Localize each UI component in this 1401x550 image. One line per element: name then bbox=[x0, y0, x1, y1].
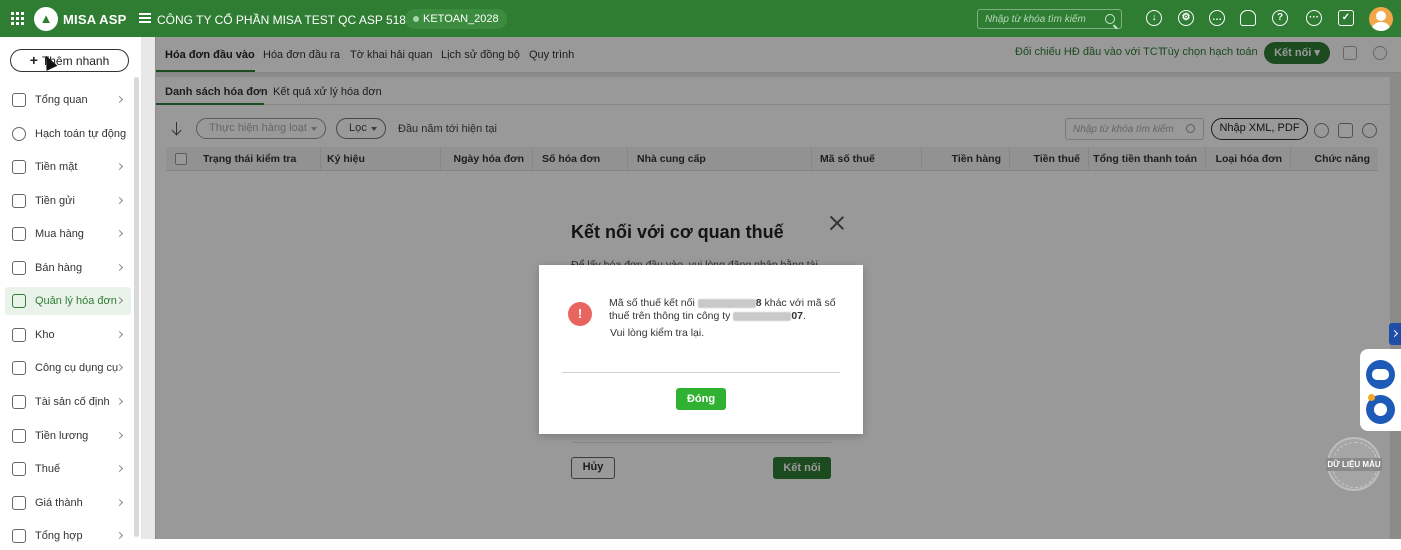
global-search-input[interactable] bbox=[978, 10, 1098, 28]
msg-part1: Mã số thuế kết nối bbox=[609, 297, 695, 309]
expand-panel-tab[interactable] bbox=[1389, 323, 1401, 345]
sidebar-item-label: Thuế bbox=[35, 463, 61, 475]
sidebar: + Thêm nhanh Tổng quan Hạch toán tự động … bbox=[0, 37, 142, 543]
assistant-panel bbox=[1360, 349, 1401, 431]
sidebar-item-label: Tổng hợp bbox=[35, 530, 83, 542]
task-icon[interactable]: ✓ bbox=[1338, 10, 1354, 26]
dashboard-icon bbox=[12, 93, 26, 107]
sidebar-item-invoices[interactable]: Quản lý hóa đơn bbox=[5, 287, 131, 315]
sidebar-item-label: Hạch toán tự động bbox=[35, 128, 127, 140]
chevron-right-icon bbox=[115, 531, 124, 540]
car-icon bbox=[12, 395, 26, 409]
price-tag-icon bbox=[12, 496, 26, 510]
bank-icon bbox=[12, 194, 26, 208]
salary-icon bbox=[12, 429, 26, 443]
more-icon[interactable]: ··· bbox=[1306, 10, 1322, 26]
error-message: Mã số thuế kết nối 8 khác với mã số thuế… bbox=[609, 297, 839, 323]
warehouse-icon bbox=[12, 328, 26, 342]
summary-icon bbox=[12, 529, 26, 543]
stamp-label: DỮ LIỆU MẪU bbox=[1326, 458, 1382, 471]
tax-icon bbox=[12, 462, 26, 476]
msg-end: . bbox=[803, 310, 806, 322]
sidebar-item-label: Bán hàng bbox=[35, 262, 83, 274]
global-search[interactable] bbox=[977, 9, 1122, 29]
cash-icon bbox=[12, 160, 26, 174]
sidebar-item-label: Tiền lương bbox=[35, 430, 89, 442]
sidebar-item-label: Giá thành bbox=[35, 497, 83, 509]
bell-icon[interactable] bbox=[1240, 10, 1256, 26]
tax-code-suffix: 8 bbox=[755, 297, 762, 309]
sidebar-item-deposit[interactable]: Tiền gửi bbox=[5, 187, 131, 215]
sidebar-item-label: Tài sản cố định bbox=[35, 396, 110, 408]
chevron-right-icon bbox=[115, 296, 124, 305]
notification-dot bbox=[1368, 394, 1375, 401]
company-tax-code-suffix: 07 bbox=[791, 310, 804, 322]
redacted-company-tax-code bbox=[733, 311, 792, 321]
invoice-icon bbox=[12, 294, 26, 308]
sample-data-stamp: DỮ LIỆU MẪU bbox=[1326, 437, 1382, 491]
sidebar-item-fixed-assets[interactable]: Tài sản cố định bbox=[5, 388, 131, 416]
misa-logo: ▲ bbox=[34, 7, 58, 31]
sidebar-item-label: Kho bbox=[35, 329, 55, 341]
chevron-right-icon bbox=[115, 330, 124, 339]
database-badge[interactable]: KETOAN_2028 bbox=[405, 9, 507, 29]
divider bbox=[562, 372, 840, 373]
sidebar-item-label: Công cụ dụng cụ bbox=[35, 362, 119, 374]
sidebar-item-warehouse[interactable]: Kho bbox=[5, 321, 131, 349]
sidebar-item-sales[interactable]: Bán hàng bbox=[5, 254, 131, 282]
sidebar-item-tools[interactable]: Công cụ dụng cụ bbox=[5, 354, 131, 382]
auto-icon bbox=[12, 127, 26, 141]
company-name[interactable]: CÔNG TY CỔ PHẦN MISA TEST QC ASP 518 – H… bbox=[157, 13, 445, 27]
quick-add-button[interactable]: + Thêm nhanh bbox=[10, 49, 129, 72]
sidebar-item-label: Mua hàng bbox=[35, 228, 84, 240]
chat-icon[interactable]: … bbox=[1209, 10, 1225, 26]
app-grid-icon[interactable] bbox=[11, 12, 24, 25]
sidebar-item-salary[interactable]: Tiền lương bbox=[5, 422, 131, 450]
bag-icon bbox=[12, 227, 26, 241]
chevron-right-icon bbox=[115, 229, 124, 238]
chevron-right-icon bbox=[115, 95, 124, 104]
sidebar-item-cost[interactable]: Giá thành bbox=[5, 489, 131, 517]
error-icon: ! bbox=[568, 302, 592, 326]
plus-icon: + bbox=[29, 52, 38, 68]
redacted-tax-code bbox=[697, 298, 756, 308]
sidebar-item-cash[interactable]: Tiền mặt bbox=[5, 153, 131, 181]
sidebar-item-summary[interactable]: Tổng hợp bbox=[5, 522, 131, 550]
sidebar-item-tax[interactable]: Thuế bbox=[5, 455, 131, 483]
chevron-right-icon bbox=[115, 498, 124, 507]
close-button[interactable]: Đóng bbox=[676, 388, 726, 410]
avatar[interactable] bbox=[1369, 7, 1393, 31]
sidebar-item-label: Tiền mặt bbox=[35, 161, 78, 173]
top-header: ▲ MISA ASP CÔNG TY CỔ PHẦN MISA TEST QC … bbox=[0, 0, 1401, 37]
help-icon[interactable]: ? bbox=[1272, 10, 1288, 26]
error-message-line2: Vui lòng kiểm tra lại. bbox=[610, 327, 705, 339]
error-dialog: ! Mã số thuế kết nối 8 khác với mã số th… bbox=[539, 265, 863, 434]
chevron-right-icon bbox=[115, 162, 124, 171]
brand-name: MISA ASP bbox=[63, 12, 127, 27]
cart-icon bbox=[12, 261, 26, 275]
chevron-right-icon bbox=[115, 263, 124, 272]
settings-icon[interactable]: ⚙ bbox=[1178, 10, 1194, 26]
download-icon[interactable]: ↓ bbox=[1146, 10, 1162, 26]
sidebar-item-auto-accounting[interactable]: Hạch toán tự động bbox=[5, 120, 131, 148]
chevron-right-icon bbox=[115, 431, 124, 440]
sidebar-item-label: Quản lý hóa đơn bbox=[35, 295, 117, 307]
sidebar-item-label: Tổng quan bbox=[35, 94, 88, 106]
chevron-right-icon bbox=[115, 196, 124, 205]
chatbot-icon[interactable] bbox=[1366, 360, 1395, 389]
sidebar-item-overview[interactable]: Tổng quan bbox=[5, 86, 131, 114]
sidebar-scrollbar[interactable] bbox=[134, 77, 139, 537]
chevron-right-icon bbox=[115, 397, 124, 406]
sidebar-item-label: Tiền gửi bbox=[35, 195, 75, 207]
sidebar-item-purchase[interactable]: Mua hàng bbox=[5, 220, 131, 248]
search-icon[interactable] bbox=[1105, 14, 1115, 24]
chevron-right-icon bbox=[115, 464, 124, 473]
tools-icon bbox=[12, 361, 26, 375]
menu-icon[interactable] bbox=[139, 13, 151, 23]
